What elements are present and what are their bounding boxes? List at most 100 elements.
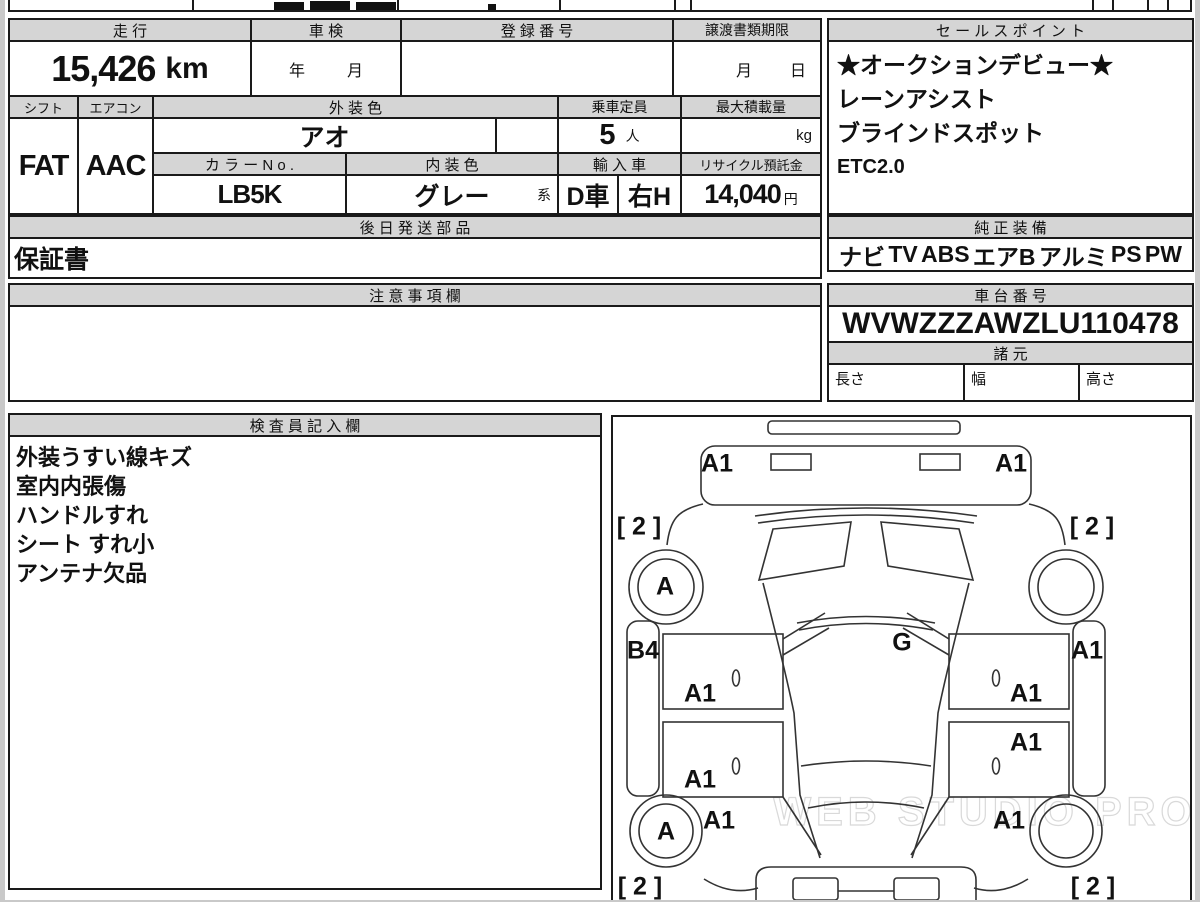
notes-header-label: 注 意 事 項 欄 xyxy=(369,287,461,305)
diagram-mark: [ 2 ] xyxy=(616,512,662,541)
interior-color-header: 内 装 色 xyxy=(345,152,559,176)
divider xyxy=(674,0,676,10)
exterior-color-header-label: 外 装 色 xyxy=(328,99,383,117)
equipment-item: エアB xyxy=(972,243,1036,270)
inspection-year-label: 年 xyxy=(288,62,305,80)
mileage-unit: km xyxy=(165,51,209,85)
vin-value: WVWZZZAWZLU110478 xyxy=(842,307,1179,340)
mileage-header-label: 走 行 xyxy=(112,22,148,40)
recycle-value: 14,040 xyxy=(704,179,782,209)
shift-value: FAT xyxy=(18,149,70,182)
equipment-item: ABS xyxy=(921,241,970,267)
recycle-header-label: リサイクル預託金 xyxy=(699,157,803,173)
registration-header: 登 録 番 号 xyxy=(400,18,674,42)
color-no-value: LB5K xyxy=(217,179,283,209)
recycle-header: リサイクル預託金 xyxy=(680,152,822,176)
divider xyxy=(1092,0,1094,10)
sales-point-item: ETC2.0 xyxy=(837,156,905,178)
equipment-item: PS xyxy=(1110,241,1142,267)
color-no-header-label: カ ラ ー N o . xyxy=(204,156,295,174)
spec-length-cell: 長さ xyxy=(827,363,967,402)
inspection-cell: 年 月 xyxy=(250,40,402,97)
inspector-item: 外装うすい線キズ xyxy=(16,445,193,470)
import-type-cell: D車 xyxy=(557,174,619,215)
inspection-header-label: 車 検 xyxy=(308,22,344,40)
inspector-item: ハンドルすれ xyxy=(16,503,149,528)
divider xyxy=(1167,0,1169,10)
notes-body xyxy=(8,305,822,402)
deadline-day-label: 日 xyxy=(789,62,806,80)
top-clipped-row xyxy=(8,0,1192,12)
interior-color-value: グレー xyxy=(414,182,490,211)
inspector-header-label: 検 査 員 記 入 欄 xyxy=(249,417,361,435)
capacity-cell: 5 人 xyxy=(557,117,682,154)
later-parts-body: 保証書 xyxy=(8,237,822,279)
recycle-cell: 14,040 円 xyxy=(680,174,822,215)
recycle-unit: 円 xyxy=(783,190,798,207)
notes-header: 注 意 事 項 欄 xyxy=(8,283,822,307)
color-no-cell: LB5K xyxy=(152,174,347,215)
later-parts-value: 保証書 xyxy=(14,246,90,274)
aircon-cell: AAC xyxy=(77,117,154,215)
clipped-text-fragment xyxy=(274,2,304,10)
inspection-month-label: 月 xyxy=(347,62,364,80)
spec-width-label: 幅 xyxy=(971,371,987,388)
exterior-color-cell: アオ xyxy=(152,117,497,154)
sales-point-item: レーンアシスト xyxy=(837,86,996,112)
sales-point-body: ★オークションデビュー★ レーンアシスト ブラインドスポット ETC2.0 xyxy=(827,40,1194,215)
diagram-mark: A1 xyxy=(1071,636,1103,665)
import-header-label: 輸 入 車 xyxy=(592,156,647,174)
deadline-month-label: 月 xyxy=(735,62,752,80)
divider xyxy=(559,0,561,10)
deadline-header: 譲渡書類期限 xyxy=(672,18,822,42)
mileage-cell: 15,426 km xyxy=(8,40,252,97)
clipped-text-fragment xyxy=(488,4,496,10)
sales-point-header-label: セ ー ル ス ポ イ ン ト xyxy=(935,22,1086,40)
equipment-item: TV xyxy=(888,241,918,267)
aircon-header: エアコン xyxy=(77,95,154,119)
capacity-header: 乗車定員 xyxy=(557,95,682,119)
max-load-header: 最大積載量 xyxy=(680,95,822,119)
spec-width-cell: 幅 xyxy=(963,363,1082,402)
shift-header-label: シフト xyxy=(23,100,63,116)
diagram-mark: A1 xyxy=(684,765,716,794)
diagram-labels: A1 A1 [ 2 ] [ 2 ] A B4 G A1 A1 A1 A1 A1 A1 A1 A [ 2 ] [ … xyxy=(613,417,1190,901)
equipment-header-label: 純 正 装 備 xyxy=(974,219,1047,237)
steering-value: 右H xyxy=(627,182,672,211)
inspection-header: 車 検 xyxy=(250,18,402,42)
divider xyxy=(397,0,399,10)
spec-height-label: 高さ xyxy=(1086,371,1117,388)
mileage-value: 15,426 xyxy=(51,47,156,89)
diagram-mark: B4 xyxy=(627,636,659,665)
inspector-body: 外装うすい線キズ 室内内張傷 ハンドルすれ シート すれ小 アンテナ欠品 xyxy=(8,435,602,890)
diagram-mark: G xyxy=(892,628,912,657)
equipment-body: ナビ TV ABS エアB アルミ PS PW xyxy=(827,237,1194,272)
diagram-mark: A xyxy=(655,572,675,601)
sales-point-header: セ ー ル ス ポ イ ン ト xyxy=(827,18,1194,42)
inspector-item: 室内内張傷 xyxy=(16,474,127,499)
deadline-cell: 月 日 xyxy=(672,40,822,97)
later-parts-header: 後 日 発 送 部 品 xyxy=(8,215,822,239)
diagram-mark: A1 xyxy=(995,449,1027,478)
inspector-item: シート すれ小 xyxy=(16,532,155,557)
spec-height-cell: 高さ xyxy=(1078,363,1194,402)
divider xyxy=(192,0,194,10)
divider xyxy=(690,0,692,10)
registration-cell xyxy=(400,40,674,97)
car-diagram-box: WEB STUDIO PRO A1 A1 [2] [2] A B4 G … xyxy=(611,415,1192,901)
inspector-item: アンテナ欠品 xyxy=(16,561,148,586)
shift-header: シフト xyxy=(8,95,79,119)
clipped-text-fragment xyxy=(310,1,350,10)
vin-cell: WVWZZZAWZLU110478 xyxy=(827,305,1194,343)
auction-sheet: { "colors": {"header_bg":"#d5d5d5","bord… xyxy=(0,0,1200,901)
deadline-header-label: 譲渡書類期限 xyxy=(705,22,789,38)
spec-header-label: 諸 元 xyxy=(993,345,1028,363)
divider xyxy=(1147,0,1149,10)
later-parts-header-label: 後 日 発 送 部 品 xyxy=(359,219,471,237)
diagram-mark: A1 xyxy=(701,449,733,478)
diagram-mark: [ 2 ] xyxy=(1070,872,1116,901)
max-load-header-label: 最大積載量 xyxy=(716,99,786,115)
steering-cell: 右H xyxy=(617,174,682,215)
chassis-header-label: 車 台 番 号 xyxy=(974,287,1047,305)
exterior-color-empty-cell xyxy=(495,117,559,154)
